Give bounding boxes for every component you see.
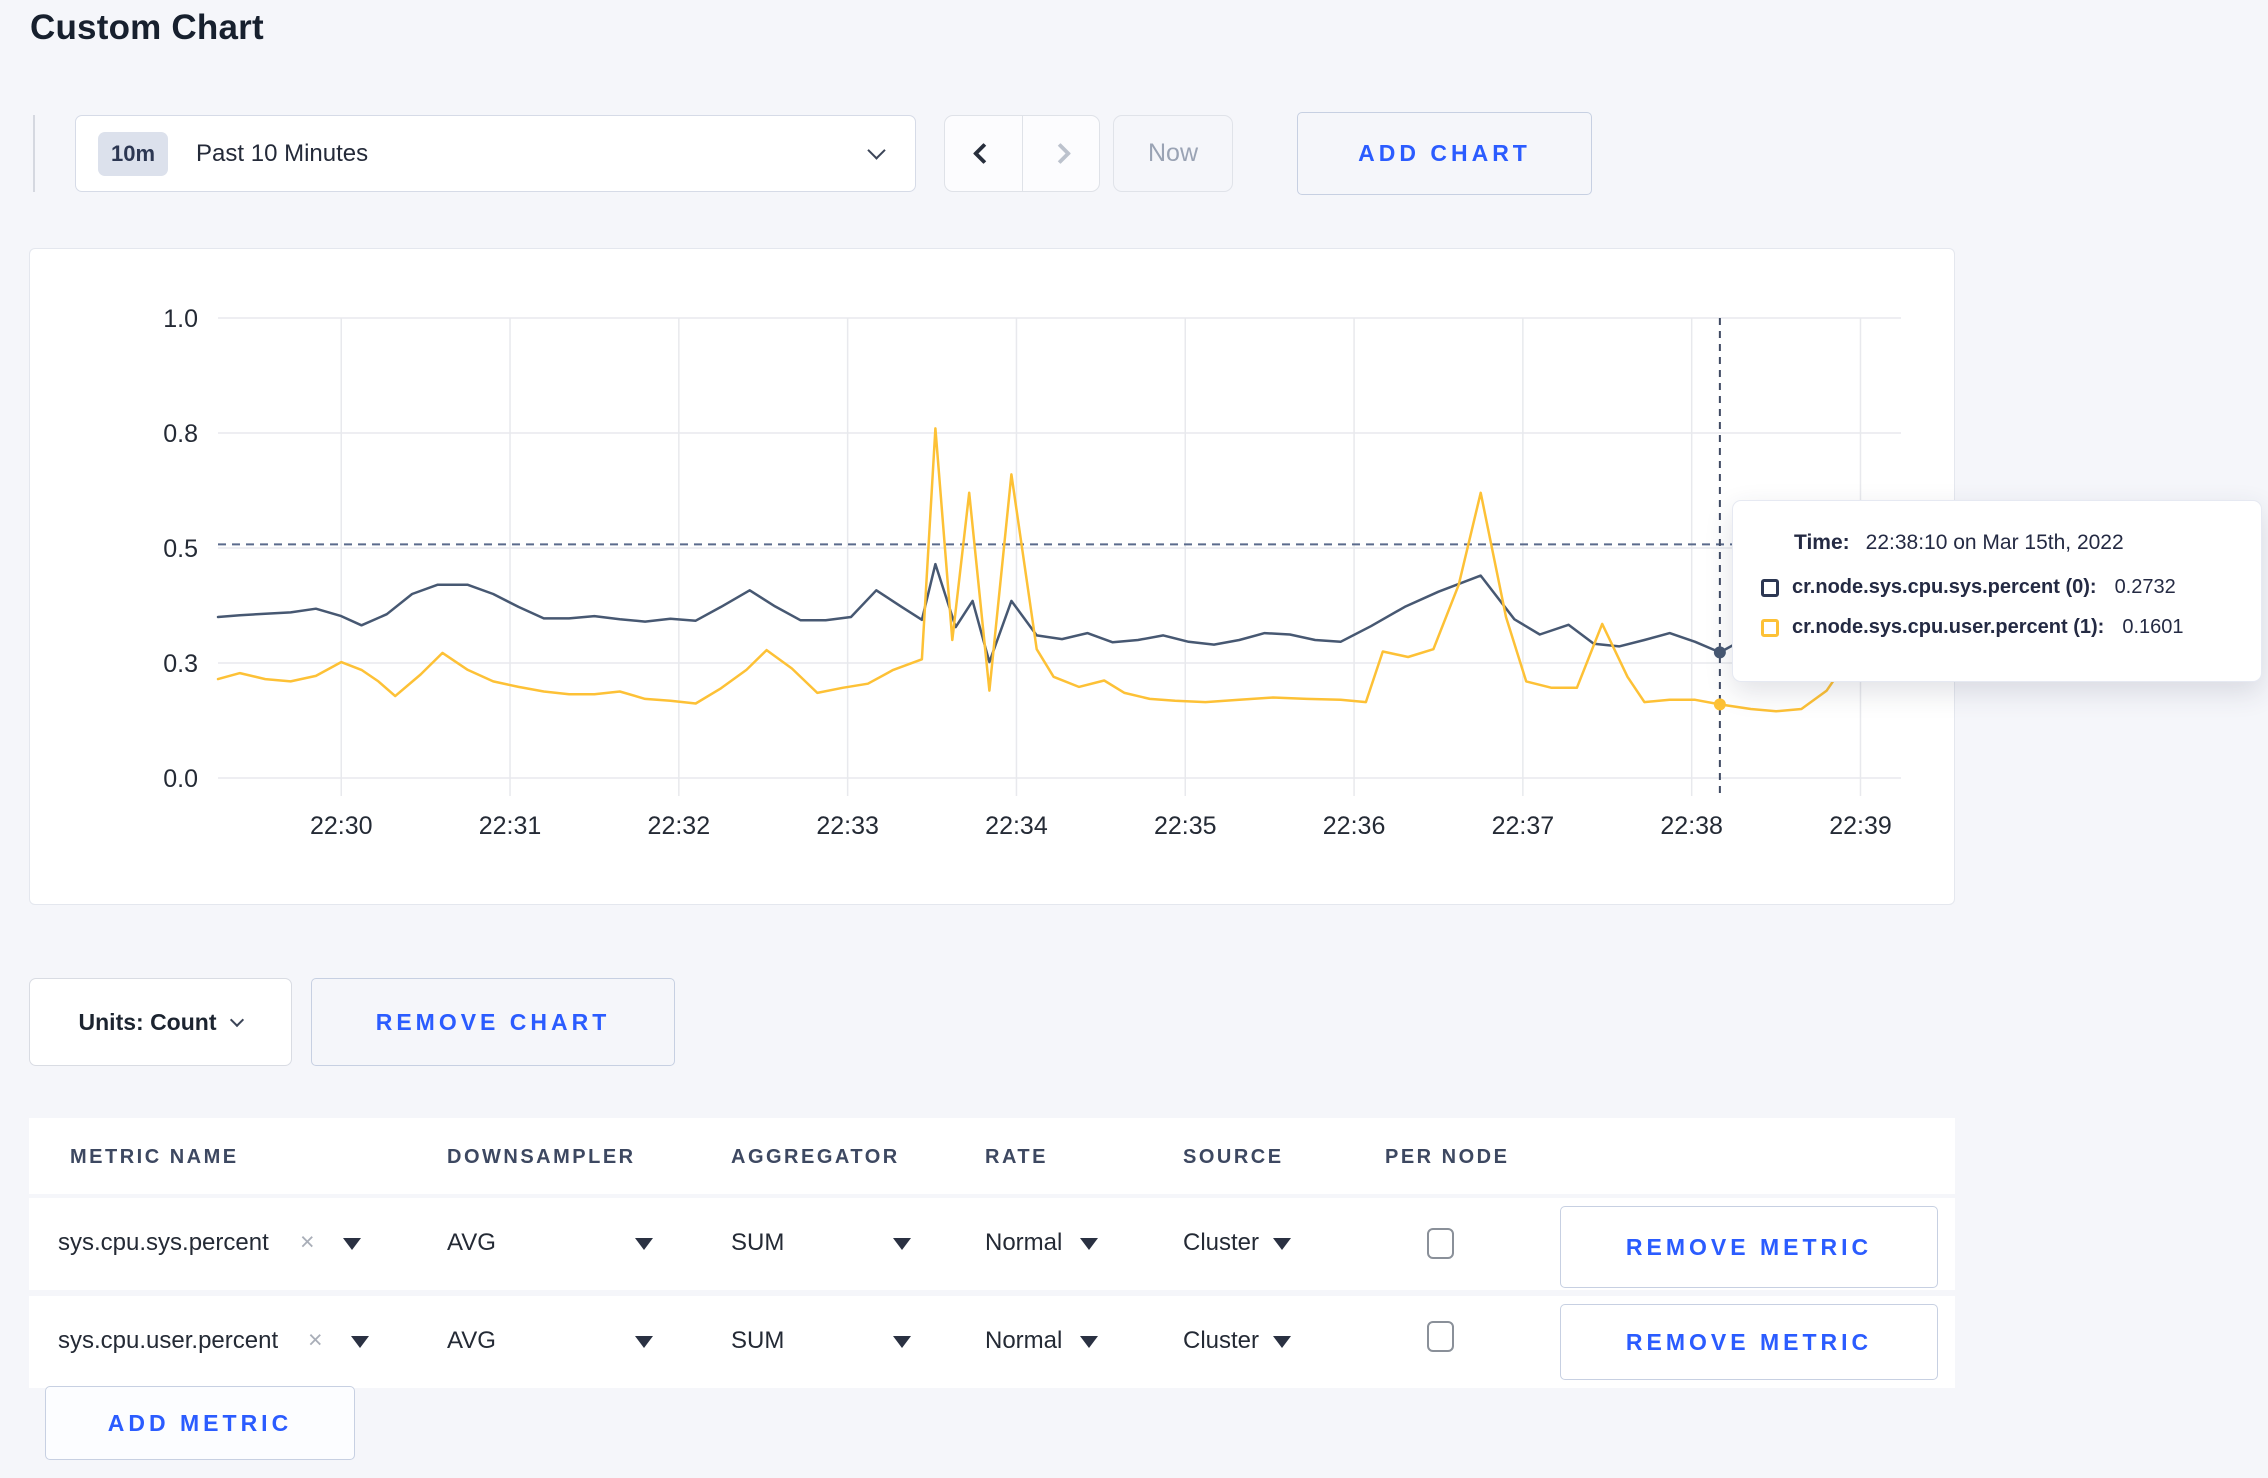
col-header-downsampler: DOWNSAMPLER: [447, 1146, 636, 1168]
svg-text:22:35: 22:35: [1154, 812, 1217, 840]
metric-name-select[interactable]: sys.cpu.sys.percent: [58, 1229, 269, 1257]
clear-metric-icon[interactable]: ×: [300, 1228, 315, 1257]
remove-metric-button[interactable]: REMOVE METRIC: [1560, 1304, 1938, 1380]
svg-text:22:34: 22:34: [985, 812, 1048, 840]
source-select[interactable]: Cluster: [1183, 1229, 1259, 1257]
aggregator-select[interactable]: SUM: [731, 1327, 784, 1355]
tooltip-time-row: Time: 22:38:10 on Mar 15th, 2022: [1794, 531, 2235, 555]
add-metric-button[interactable]: ADD METRIC: [45, 1386, 355, 1460]
prev-time-button[interactable]: [945, 116, 1023, 191]
metric-name-select[interactable]: sys.cpu.user.percent: [58, 1327, 278, 1355]
svg-text:22:33: 22:33: [816, 812, 879, 840]
add-chart-button[interactable]: ADD CHART: [1297, 112, 1592, 195]
tooltip-series-row: cr.node.sys.cpu.user.percent (1): 0.1601: [1761, 616, 2235, 639]
remove-chart-button[interactable]: REMOVE CHART: [311, 978, 675, 1066]
col-header-metric-name: METRIC NAME: [70, 1146, 239, 1168]
dropdown-arrow-icon[interactable]: [343, 1238, 361, 1250]
tooltip-user-value: 0.1601: [2122, 616, 2184, 638]
dropdown-arrow-icon[interactable]: [893, 1336, 911, 1348]
chart-tooltip: Time: 22:38:10 on Mar 15th, 2022 cr.node.…: [1732, 500, 2262, 682]
chevron-right-icon: [1050, 142, 1072, 165]
chevron-down-icon: [867, 141, 886, 160]
source-select[interactable]: Cluster: [1183, 1327, 1259, 1355]
tooltip-sys-label: cr.node.sys.cpu.sys.percent (0):: [1792, 576, 2097, 598]
svg-text:22:30: 22:30: [310, 812, 373, 840]
col-header-per-node: PER NODE: [1385, 1146, 1510, 1168]
downsampler-select[interactable]: AVG: [447, 1229, 496, 1257]
svg-text:22:39: 22:39: [1829, 812, 1892, 840]
dropdown-arrow-icon[interactable]: [1080, 1238, 1098, 1250]
rate-select[interactable]: Normal: [985, 1229, 1062, 1257]
user-series-swatch-icon: [1761, 618, 1779, 637]
sys-series-swatch-icon: [1761, 578, 1779, 597]
downsampler-select[interactable]: AVG: [447, 1327, 496, 1355]
time-range-badge: 10m: [98, 131, 169, 176]
now-button[interactable]: Now: [1113, 115, 1233, 192]
svg-text:1.0: 1.0: [163, 305, 198, 333]
svg-text:0.3: 0.3: [163, 650, 198, 678]
dropdown-arrow-icon[interactable]: [1080, 1336, 1098, 1348]
dropdown-arrow-icon[interactable]: [351, 1336, 369, 1348]
next-time-button[interactable]: [1023, 116, 1100, 191]
dropdown-arrow-icon[interactable]: [893, 1238, 911, 1250]
svg-text:22:38: 22:38: [1660, 812, 1723, 840]
per-node-checkbox[interactable]: [1427, 1228, 1454, 1259]
svg-text:22:36: 22:36: [1323, 812, 1386, 840]
aggregator-select[interactable]: SUM: [731, 1229, 784, 1257]
tooltip-user-label: cr.node.sys.cpu.user.percent (1):: [1792, 616, 2105, 638]
chevron-down-icon: [230, 1012, 245, 1028]
tooltip-time-value: 22:38:10 on Mar 15th, 2022: [1865, 531, 2124, 554]
chevron-left-icon: [972, 142, 994, 165]
dropdown-arrow-icon[interactable]: [635, 1238, 653, 1250]
svg-text:22:32: 22:32: [648, 812, 711, 840]
units-select[interactable]: Units: Count: [29, 978, 292, 1066]
time-range-label: Past 10 Minutes: [196, 139, 369, 167]
dropdown-arrow-icon[interactable]: [1273, 1238, 1291, 1250]
col-header-source: SOURCE: [1183, 1146, 1284, 1168]
toolbar-divider: [33, 115, 35, 192]
dropdown-arrow-icon[interactable]: [635, 1336, 653, 1348]
col-header-aggregator: AGGREGATOR: [731, 1146, 900, 1168]
tooltip-time-label: Time:: [1794, 531, 1850, 554]
per-node-checkbox[interactable]: [1427, 1321, 1454, 1352]
rate-select[interactable]: Normal: [985, 1327, 1062, 1355]
svg-text:0.0: 0.0: [163, 765, 198, 793]
cpu-percent-chart[interactable]: 0.0 0.3 0.5 0.8 1.0 22:30 22:31 22:32 22:33 22:34…: [30, 249, 1956, 906]
col-header-rate: RATE: [985, 1146, 1048, 1168]
chart-card: 0.0 0.3 0.5 0.8 1.0 22:30 22:31 22:32 22:33 22:34…: [29, 248, 1955, 905]
svg-text:0.8: 0.8: [163, 420, 198, 448]
remove-metric-button[interactable]: REMOVE METRIC: [1560, 1206, 1938, 1288]
time-nav-group: [944, 115, 1100, 192]
svg-text:0.5: 0.5: [163, 535, 198, 563]
tooltip-series-row: cr.node.sys.cpu.sys.percent (0): 0.2732: [1761, 576, 2235, 599]
dropdown-arrow-icon[interactable]: [1273, 1336, 1291, 1348]
svg-text:22:31: 22:31: [479, 812, 542, 840]
clear-metric-icon[interactable]: ×: [308, 1326, 323, 1355]
tooltip-sys-value: 0.2732: [2114, 576, 2176, 598]
page-title: Custom Chart: [30, 8, 264, 47]
time-range-select[interactable]: 10m Past 10 Minutes: [75, 115, 916, 192]
units-label: Units: Count: [78, 1008, 217, 1035]
svg-text:22:37: 22:37: [1492, 812, 1555, 840]
